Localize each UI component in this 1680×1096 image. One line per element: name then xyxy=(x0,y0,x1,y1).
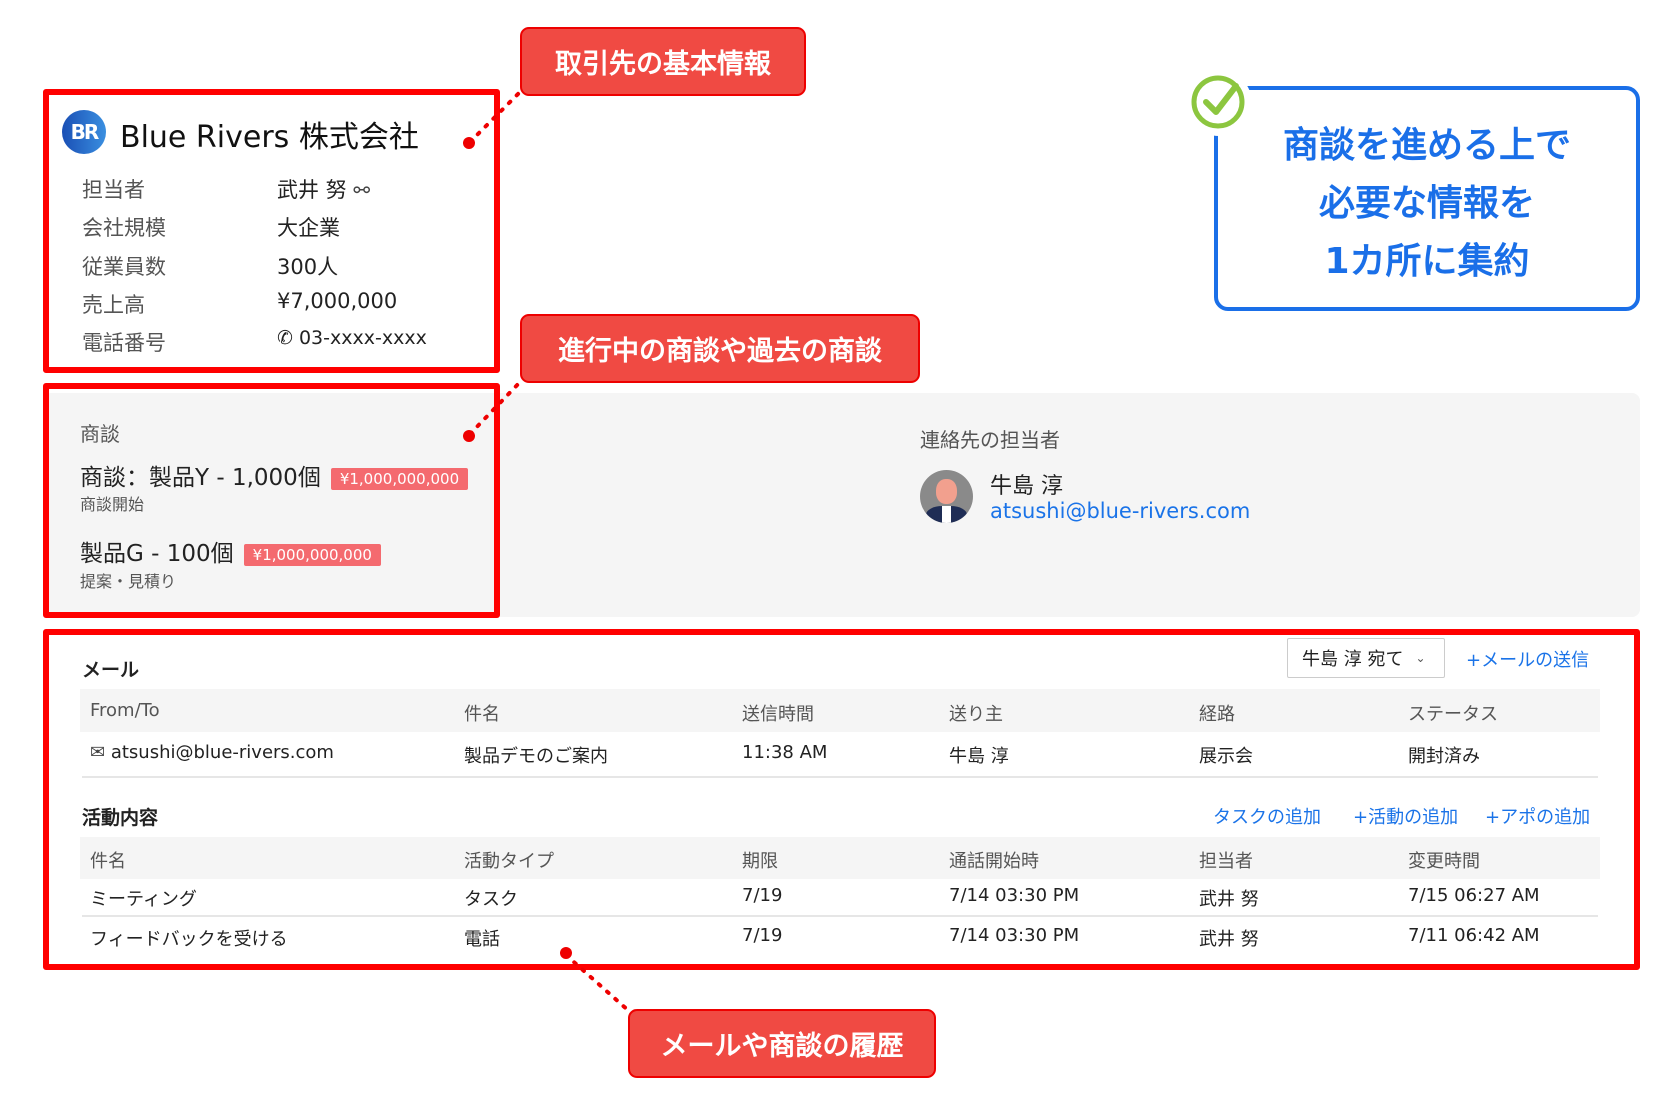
connector-deals xyxy=(468,378,524,436)
summary-line: 必要な情報を xyxy=(1318,182,1535,224)
connector-dot xyxy=(560,947,572,959)
summary-box: 商談を進める上で 必要な情報を 1カ所に集約 xyxy=(1214,86,1640,311)
check-circle-icon xyxy=(1191,75,1245,129)
connector-history xyxy=(564,953,632,1014)
connector-basic-info xyxy=(468,90,522,144)
connector-dot xyxy=(463,137,475,149)
summary-line: 商談を進める上で xyxy=(1282,124,1571,166)
connector-dot xyxy=(463,430,475,442)
summary-line: 1カ所に集約 xyxy=(1324,240,1530,282)
